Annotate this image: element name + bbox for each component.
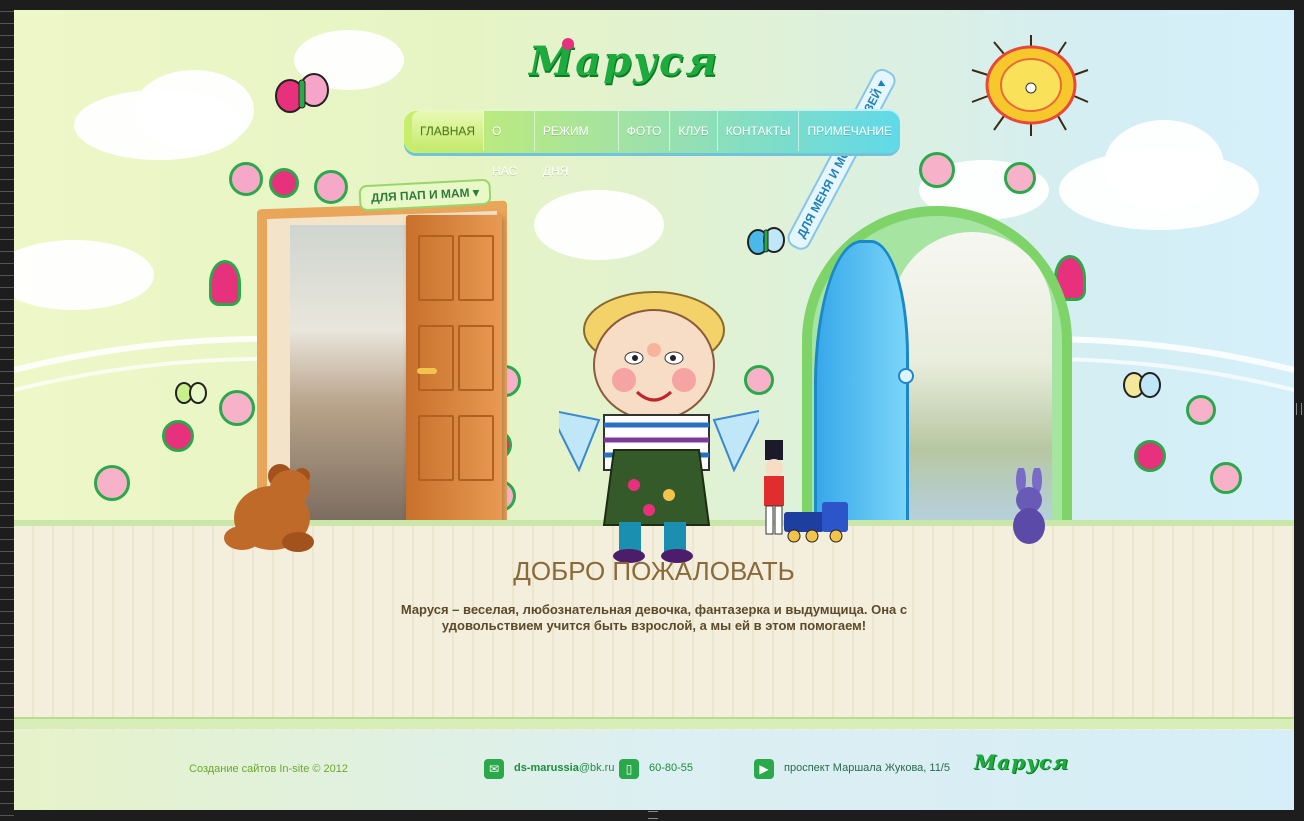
flower-decoration: [219, 390, 255, 426]
intro-text: Маруся – веселая, любознательная девочка…: [400, 602, 908, 633]
resize-handle-icon[interactable]: [648, 811, 658, 819]
nav-item-schedule[interactable]: РЕЖИМ ДНЯ: [535, 111, 619, 178]
flower-decoration: [94, 465, 130, 501]
door-panel: [458, 415, 494, 481]
flower-decoration: [1004, 162, 1036, 194]
email-user: ds-marussia: [514, 762, 579, 774]
cloud: [134, 70, 254, 150]
welcome-title: ДОБРО ПОЖАЛОВАТЬ: [513, 556, 795, 586]
site-logo[interactable]: Маруся: [529, 38, 719, 85]
flower-decoration: [1186, 395, 1216, 425]
kids-door[interactable]: [814, 240, 909, 530]
top-edge: [0, 0, 1304, 10]
flower-decoration: [269, 168, 299, 198]
address-text: проспект Маршала Жукова, 11/5: [784, 762, 950, 774]
door-panel: [458, 235, 494, 301]
phone-number: 60-80-55: [649, 762, 694, 774]
page-canvas: ДЛЯ ПАП И МАМ ▾ ДЛЯ МЕНЯ И МОИХ ДРУЗЕЙ ▾: [14, 10, 1294, 810]
door-handle-icon: [417, 368, 437, 374]
mail-icon: ✉: [484, 759, 504, 779]
main-nav: ГЛАВНАЯ О НАС РЕЖИМ ДНЯ ФОТО КЛУБ КОНТАК…: [404, 109, 900, 178]
sun-illustration: [971, 35, 1089, 136]
email-link[interactable]: ds-marussia@bk.ru: [514, 762, 614, 774]
nav-item-notes[interactable]: ПРИМЕЧАНИЕ: [799, 111, 900, 151]
cloud: [14, 240, 154, 310]
butterfly-icon: [1123, 372, 1161, 398]
email-domain: @bk.ru: [578, 762, 615, 774]
nav-item-contacts[interactable]: КОНТАКТЫ: [718, 111, 800, 151]
butterfly-icon: [175, 382, 207, 404]
location-icon: ▶: [754, 759, 774, 779]
teddy-bear-illustration: [224, 464, 314, 552]
flower-decoration: [314, 170, 348, 204]
toy-train: [784, 502, 848, 543]
nav-item-club[interactable]: КЛУБ: [670, 111, 718, 151]
door-panel: [418, 415, 454, 481]
left-ruler: [0, 0, 14, 821]
bunny-toy: [1013, 468, 1045, 544]
door-knob-icon: [898, 368, 914, 384]
door-panel: [458, 325, 494, 391]
butterfly-icon: [275, 73, 329, 113]
phone-icon: ▯: [619, 759, 639, 779]
flower-decoration: [919, 152, 955, 188]
resize-handle-icon[interactable]: [1296, 403, 1302, 415]
nav-item-about[interactable]: О НАС: [484, 111, 535, 178]
flower-decoration: [162, 420, 194, 452]
cloud: [1104, 120, 1224, 210]
nav-item-photo[interactable]: ФОТО: [619, 111, 671, 151]
door-panel: [418, 235, 454, 301]
footer-divider: [14, 717, 1294, 729]
cloud: [534, 190, 664, 260]
credits-link[interactable]: Создание сайтов In-site © 2012: [189, 763, 348, 775]
flower-decoration: [1210, 462, 1242, 494]
girl-character-illustration: [559, 291, 759, 563]
footer-logo[interactable]: Маруся: [974, 750, 1069, 774]
flower-decoration: [229, 162, 263, 196]
nav-item-home[interactable]: ГЛАВНАЯ: [412, 111, 485, 151]
flower-decoration: [1134, 440, 1166, 472]
flower-decoration: [209, 260, 241, 306]
butterfly-icon: [747, 227, 785, 255]
door-panel: [418, 325, 454, 391]
logo-flower-icon: [562, 38, 574, 50]
